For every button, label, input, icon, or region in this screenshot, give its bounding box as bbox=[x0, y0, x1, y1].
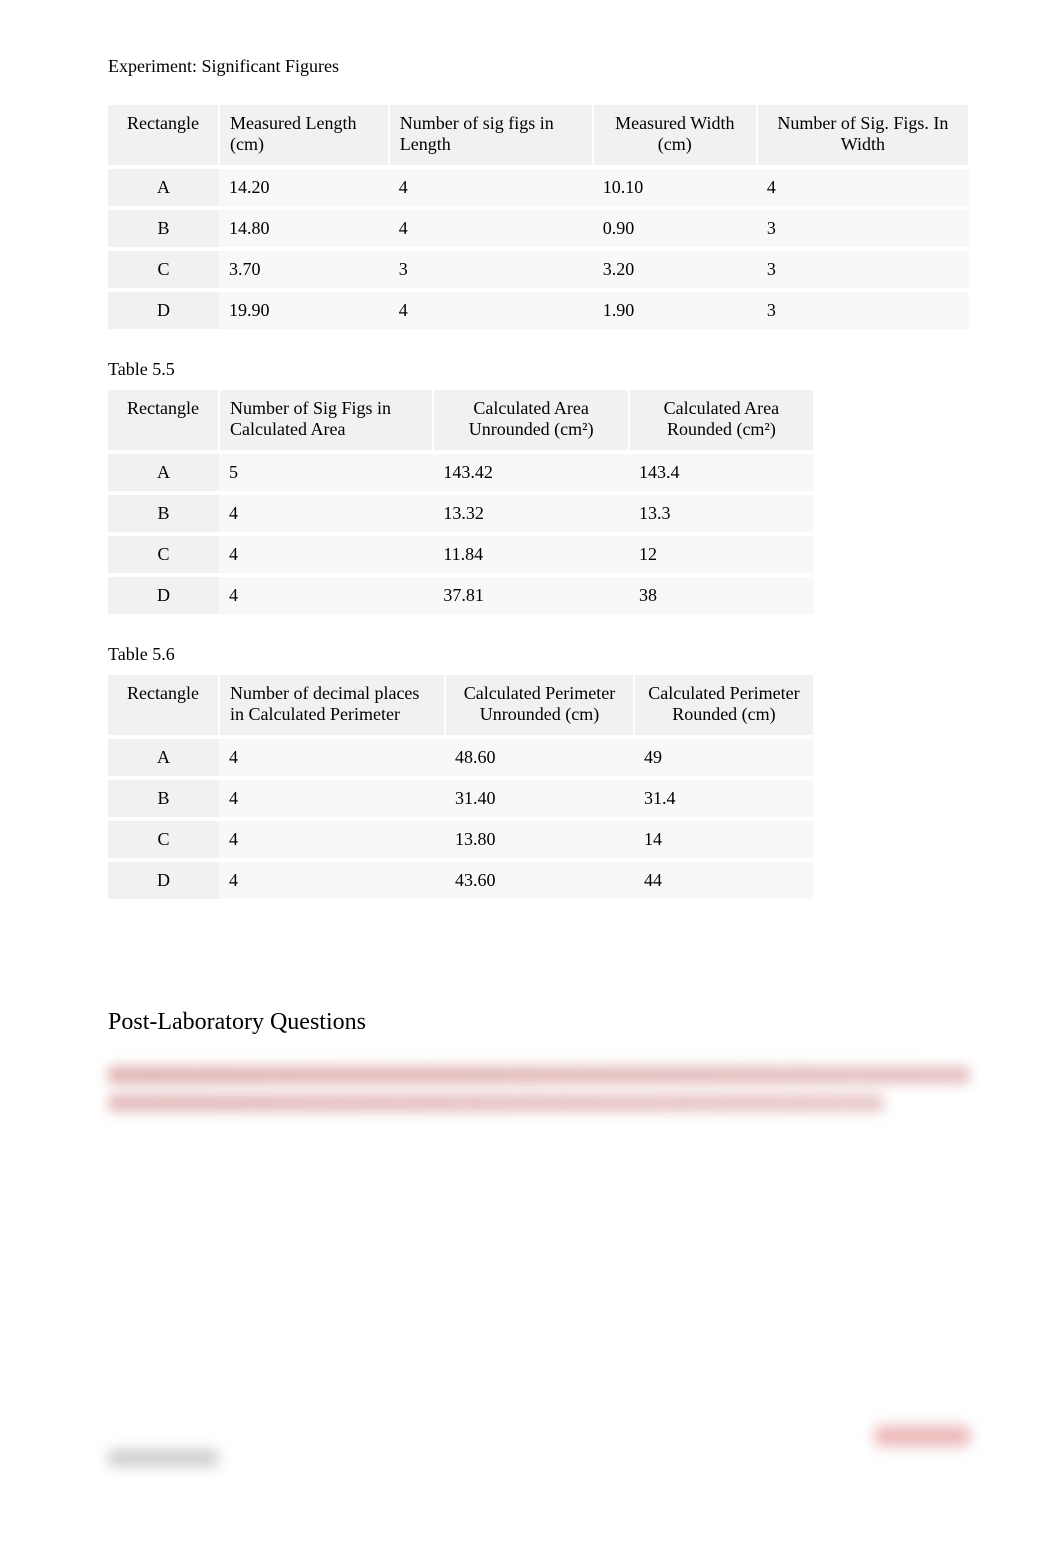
cell-rect: B bbox=[108, 493, 219, 534]
cell-wid: 1.90 bbox=[593, 290, 757, 329]
cell-dp: 4 bbox=[219, 778, 445, 819]
cell-rd: 12 bbox=[629, 534, 814, 575]
col-perim-un: Calculated Perimeter Unrounded (cm) bbox=[445, 675, 634, 737]
cell-rd: 44 bbox=[634, 860, 814, 899]
table-area: Rectangle Number of Sig Figs in Calculat… bbox=[108, 390, 815, 614]
cell-rect: B bbox=[108, 208, 219, 249]
blurred-footer-left bbox=[108, 1450, 218, 1466]
cell-len: 3.70 bbox=[219, 249, 389, 290]
cell-rect: D bbox=[108, 575, 219, 614]
cell-len: 14.80 bbox=[219, 208, 389, 249]
col-rect: Rectangle bbox=[108, 105, 219, 167]
table-row: B 14.80 4 0.90 3 bbox=[108, 208, 969, 249]
cell-sfwid: 4 bbox=[757, 167, 969, 208]
blurred-text bbox=[108, 1094, 884, 1112]
cell-wid: 10.10 bbox=[593, 167, 757, 208]
col-area-rd: Calculated Area Rounded (cm²) bbox=[629, 390, 814, 452]
cell-rd: 31.4 bbox=[634, 778, 814, 819]
cell-sflen: 3 bbox=[389, 249, 593, 290]
cell-sflen: 4 bbox=[389, 290, 593, 329]
col-dp-perim: Number of decimal places in Calculated P… bbox=[219, 675, 445, 737]
cell-sfwid: 3 bbox=[757, 208, 969, 249]
cell-sf: 4 bbox=[219, 493, 433, 534]
table-row: A 5 143.42 143.4 bbox=[108, 452, 814, 493]
table-row: C 3.70 3 3.20 3 bbox=[108, 249, 969, 290]
col-rect: Rectangle bbox=[108, 390, 219, 452]
col-sf-width: Number of Sig. Figs. In Width bbox=[757, 105, 969, 167]
cell-un: 11.84 bbox=[433, 534, 629, 575]
table-row: A 14.20 4 10.10 4 bbox=[108, 167, 969, 208]
cell-sf: 4 bbox=[219, 575, 433, 614]
col-sf-length: Number of sig figs in Length bbox=[389, 105, 593, 167]
cell-rect: A bbox=[108, 167, 219, 208]
cell-dp: 4 bbox=[219, 737, 445, 778]
cell-len: 19.90 bbox=[219, 290, 389, 329]
table-perimeter: Rectangle Number of decimal places in Ca… bbox=[108, 675, 815, 899]
cell-un: 43.60 bbox=[445, 860, 634, 899]
table-row: D 4 43.60 44 bbox=[108, 860, 814, 899]
cell-rd: 143.4 bbox=[629, 452, 814, 493]
table-row: D 19.90 4 1.90 3 bbox=[108, 290, 969, 329]
cell-rd: 13.3 bbox=[629, 493, 814, 534]
table-row: B 4 31.40 31.4 bbox=[108, 778, 814, 819]
cell-rect: C bbox=[108, 249, 219, 290]
cell-rect: C bbox=[108, 819, 219, 860]
cell-rect: D bbox=[108, 290, 219, 329]
cell-un: 13.80 bbox=[445, 819, 634, 860]
cell-dp: 4 bbox=[219, 860, 445, 899]
cell-rd: 49 bbox=[634, 737, 814, 778]
cell-wid: 3.20 bbox=[593, 249, 757, 290]
cell-rect: A bbox=[108, 452, 219, 493]
cell-un: 48.60 bbox=[445, 737, 634, 778]
table-row: A 4 48.60 49 bbox=[108, 737, 814, 778]
blurred-text bbox=[108, 1066, 970, 1084]
col-area-un: Calculated Area Unrounded (cm²) bbox=[433, 390, 629, 452]
table-row: B 4 13.32 13.3 bbox=[108, 493, 814, 534]
table-row: C 4 11.84 12 bbox=[108, 534, 814, 575]
post-lab-title: Post-Laboratory Questions bbox=[108, 1009, 970, 1036]
blurred-footer-right bbox=[875, 1426, 970, 1446]
col-sf-area: Number of Sig Figs in Calculated Area bbox=[219, 390, 433, 452]
cell-sf: 4 bbox=[219, 534, 433, 575]
cell-rect: C bbox=[108, 534, 219, 575]
page-title: Experiment: Significant Figures bbox=[108, 56, 970, 77]
cell-un: 37.81 bbox=[433, 575, 629, 614]
table-row: C 4 13.80 14 bbox=[108, 819, 814, 860]
cell-sflen: 4 bbox=[389, 208, 593, 249]
col-length: Measured Length (cm) bbox=[219, 105, 389, 167]
cell-un: 31.40 bbox=[445, 778, 634, 819]
cell-rect: D bbox=[108, 860, 219, 899]
cell-rect: B bbox=[108, 778, 219, 819]
cell-un: 143.42 bbox=[433, 452, 629, 493]
cell-rd: 14 bbox=[634, 819, 814, 860]
table-row: D 4 37.81 38 bbox=[108, 575, 814, 614]
cell-len: 14.20 bbox=[219, 167, 389, 208]
cell-wid: 0.90 bbox=[593, 208, 757, 249]
cell-sf: 5 bbox=[219, 452, 433, 493]
col-perim-rd: Calculated Perimeter Rounded (cm) bbox=[634, 675, 814, 737]
cell-dp: 4 bbox=[219, 819, 445, 860]
cell-un: 13.32 bbox=[433, 493, 629, 534]
cell-sfwid: 3 bbox=[757, 249, 969, 290]
caption-55: Table 5.5 bbox=[108, 359, 970, 380]
cell-sflen: 4 bbox=[389, 167, 593, 208]
cell-rd: 38 bbox=[629, 575, 814, 614]
col-rect: Rectangle bbox=[108, 675, 219, 737]
col-width: Measured Width (cm) bbox=[593, 105, 757, 167]
cell-sfwid: 3 bbox=[757, 290, 969, 329]
cell-rect: A bbox=[108, 737, 219, 778]
table-measurements: Rectangle Measured Length (cm) Number of… bbox=[108, 105, 970, 329]
caption-56: Table 5.6 bbox=[108, 644, 970, 665]
